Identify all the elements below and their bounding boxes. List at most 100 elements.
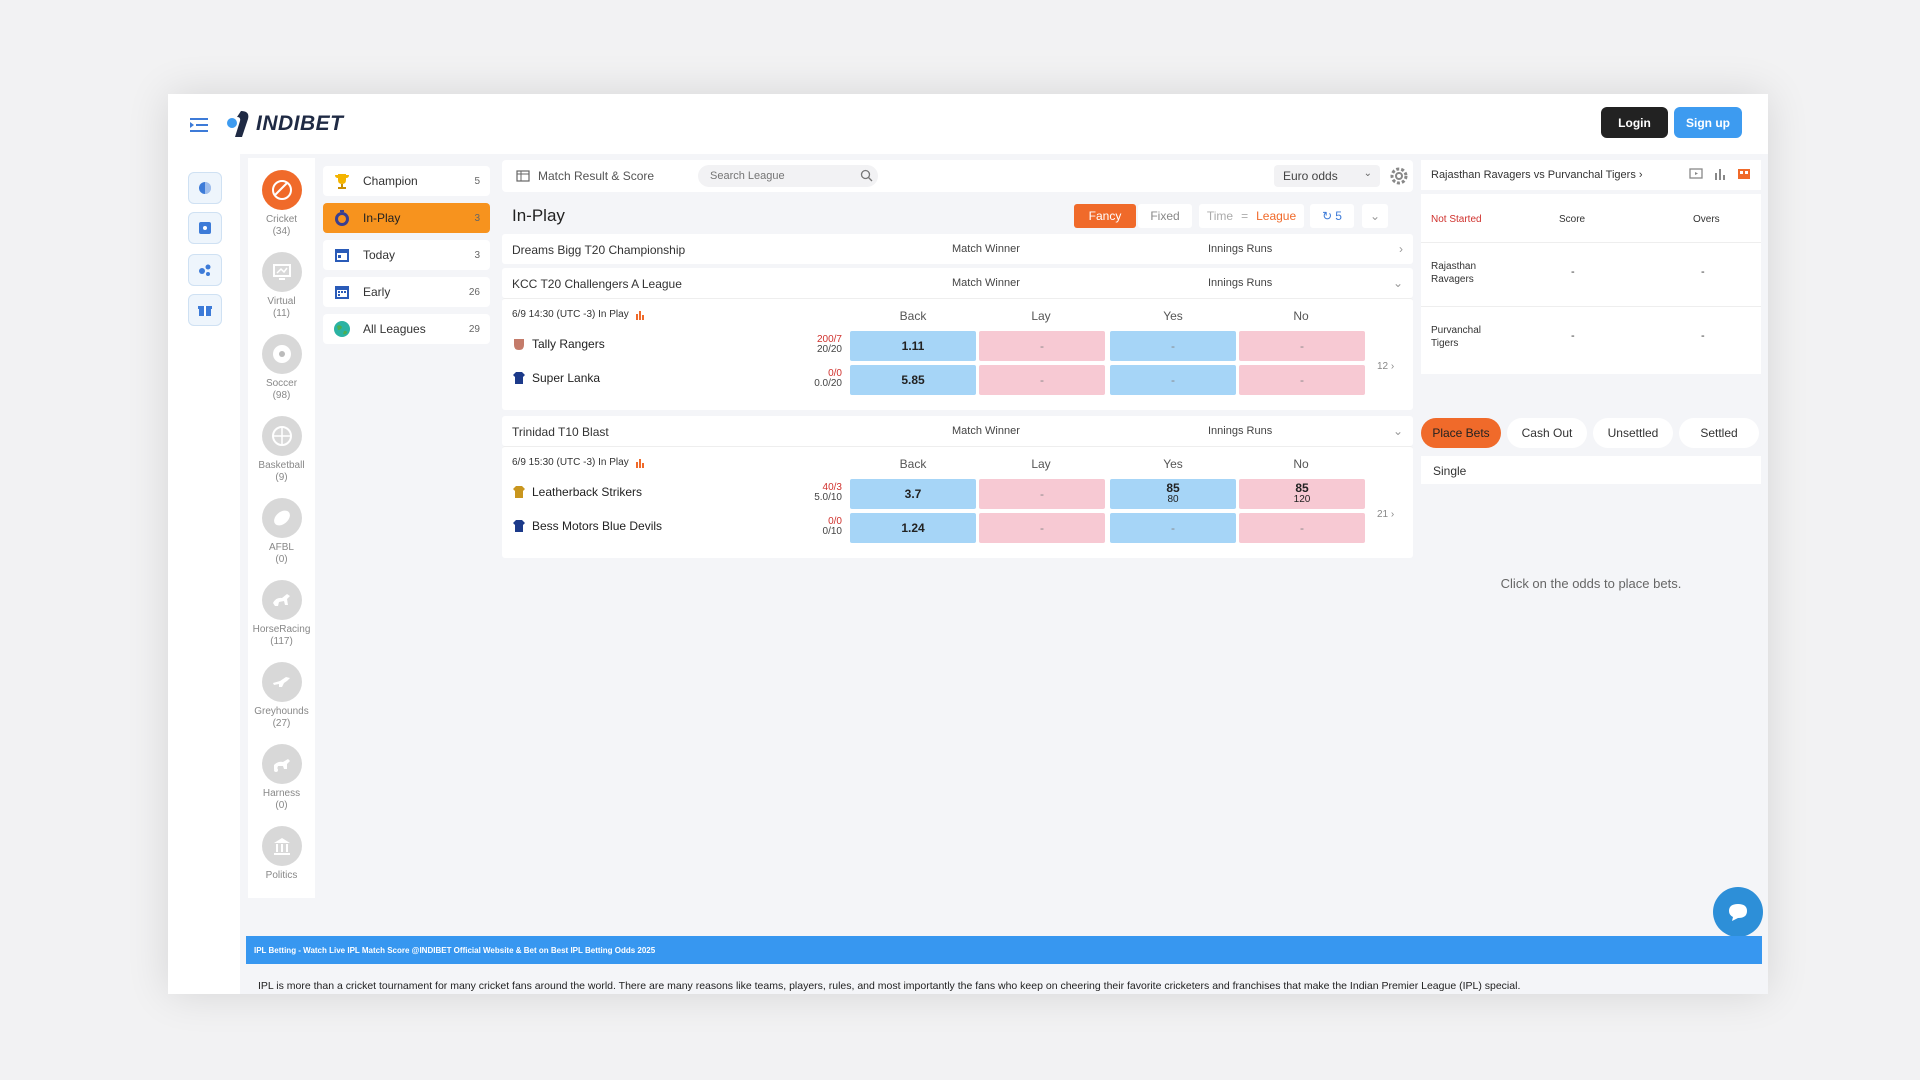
no-odds-cell[interactable]: 85 120 (1239, 479, 1365, 509)
signup-button[interactable]: Sign up (1674, 107, 1742, 138)
col-match-winner: Match Winner (952, 243, 1020, 255)
login-button[interactable]: Login (1601, 107, 1668, 138)
stats-icon[interactable] (635, 310, 645, 320)
col-no: No (1293, 457, 1309, 471)
match-card: 6/9 15:30 (UTC -3) In Play Back Lay Yes … (502, 446, 1413, 558)
rail-live-button[interactable] (188, 254, 222, 286)
sport-cricket[interactable]: Cricket (34) (248, 170, 315, 238)
lay-odds-cell[interactable]: - (979, 365, 1105, 395)
league-row[interactable]: Dreams Bigg T20 Championship Match Winne… (502, 234, 1413, 264)
sport-count: (27) (272, 718, 291, 729)
menu-toggle-icon[interactable] (190, 118, 208, 132)
chevron-right-icon[interactable]: › (1399, 242, 1403, 256)
fixed-toggle[interactable]: Fixed (1138, 204, 1192, 228)
main-panel: Match Result & Score Euro odds ⌄ In-Play… (502, 160, 1413, 564)
collapse-all-button[interactable]: ⌄ (1362, 204, 1388, 228)
tab-place-bets[interactable]: Place Bets (1421, 418, 1501, 448)
sport-horseracing[interactable]: HorseRacing (117) (248, 580, 315, 648)
scoreboard-icon[interactable] (1737, 167, 1751, 181)
back-odds-cell[interactable]: 1.24 (850, 513, 976, 543)
category-in-play[interactable]: In-Play 3 (323, 203, 490, 233)
odds-format-select[interactable]: Euro odds ⌄ (1274, 165, 1380, 187)
yes-odds-cell[interactable]: - (1110, 365, 1236, 395)
team-row: Bess Motors Blue Devils (512, 519, 662, 533)
more-markets-link[interactable]: 12 › (1377, 361, 1394, 372)
category-all-leagues[interactable]: All Leagues 29 (323, 314, 490, 344)
back-odds-cell[interactable]: 3.7 (850, 479, 976, 509)
featured-match-link[interactable]: Rajasthan Ravagers vs Purvanchal Tigers … (1431, 169, 1643, 181)
team-overs-value: - (1701, 266, 1705, 278)
gear-icon[interactable] (1389, 166, 1409, 186)
rail-promo-button[interactable] (188, 294, 222, 326)
no-odds-cell[interactable]: - (1239, 513, 1365, 543)
sort-league[interactable]: League (1256, 209, 1296, 223)
rail-sports-button[interactable] (188, 172, 222, 204)
chat-button[interactable] (1713, 887, 1763, 937)
col-score: Score (1559, 214, 1586, 225)
team-overs-value: - (1701, 330, 1705, 342)
sport-harness[interactable]: Harness (0) (248, 744, 315, 812)
betslip-hint: Click on the odds to place bets. (1500, 576, 1682, 591)
category-today[interactable]: Today 3 (323, 240, 490, 270)
category-champion[interactable]: Champion 5 (323, 166, 490, 196)
seo-banner: IPL Betting - Watch Live IPL Match Score… (246, 936, 1762, 964)
team-name: Tally Rangers (532, 337, 605, 351)
league-row[interactable]: KCC T20 Challengers A League Match Winne… (502, 268, 1413, 298)
live-tv-icon[interactable] (1689, 167, 1703, 181)
team-name: Bess Motors Blue Devils (532, 519, 663, 533)
lay-odds-cell[interactable]: - (979, 479, 1105, 509)
odds-value: 85 (1166, 481, 1180, 495)
sport-label: Cricket (265, 214, 298, 225)
soccer-ball-icon (261, 334, 302, 374)
yes-odds-cell[interactable]: - (1110, 331, 1236, 361)
tab-settled[interactable]: Settled (1679, 418, 1759, 448)
team-score-value: - (1571, 330, 1575, 342)
refresh-button[interactable]: ↻ 5 (1310, 204, 1354, 228)
match-status: Not Started (1431, 214, 1482, 225)
search-icon[interactable] (860, 169, 873, 182)
brand-logo[interactable]: INDIBET (226, 106, 344, 142)
chevron-down-icon[interactable]: ⌄ (1393, 276, 1403, 290)
odds-value: - (1171, 521, 1175, 535)
col-no: No (1293, 309, 1309, 323)
chat-icon (1729, 904, 1747, 921)
stats-icon[interactable] (635, 458, 645, 468)
search-league-input[interactable] (698, 165, 878, 187)
sport-politics[interactable]: Politics (248, 826, 315, 882)
sort-toggle[interactable]: Time = League (1199, 204, 1304, 228)
match-time: 6/9 14:30 (UTC -3) In Play (512, 309, 645, 320)
no-odds-cell[interactable]: - (1239, 331, 1365, 361)
bet-type-single[interactable]: Single (1421, 456, 1761, 484)
refresh-count: 5 (1335, 209, 1342, 223)
yes-odds-cell[interactable]: - (1110, 513, 1236, 543)
back-odds-cell[interactable]: 1.11 (850, 331, 976, 361)
tab-unsettled[interactable]: Unsettled (1593, 418, 1673, 448)
league-name: KCC T20 Challengers A League (512, 277, 682, 291)
league-row[interactable]: Trinidad T10 Blast Match Winner Innings … (502, 416, 1413, 446)
sport-virtual[interactable]: Virtual (11) (248, 252, 315, 320)
yes-odds-cell[interactable]: 85 80 (1110, 479, 1236, 509)
no-odds-cell[interactable]: - (1239, 365, 1365, 395)
more-markets-link[interactable]: 21 › (1377, 509, 1394, 520)
sport-soccer[interactable]: Soccer (98) (248, 334, 315, 402)
left-rail (168, 154, 240, 994)
back-odds-cell[interactable]: 5.85 (850, 365, 976, 395)
sport-label: Politics (265, 870, 298, 881)
sport-basketball[interactable]: Basketball (9) (248, 416, 315, 484)
lay-odds-cell[interactable]: - (979, 331, 1105, 361)
sport-count: (98) (272, 390, 291, 401)
team-row: Tally Rangers (512, 337, 605, 351)
sport-greyhounds[interactable]: Greyhounds (27) (248, 662, 315, 730)
double-chevron-down-icon: ⌄ (1369, 209, 1381, 223)
rail-casino-button[interactable] (188, 212, 222, 244)
sport-afbl[interactable]: AFBL (0) (248, 498, 315, 566)
market-selector[interactable]: Match Result & Score (516, 169, 654, 183)
chevron-down-icon[interactable]: ⌄ (1393, 424, 1403, 438)
fancy-toggle[interactable]: Fancy (1074, 204, 1136, 228)
tab-cash-out[interactable]: Cash Out (1507, 418, 1587, 448)
sort-time[interactable]: Time (1207, 209, 1233, 223)
lay-odds-cell[interactable]: - (979, 513, 1105, 543)
stats-chart-icon[interactable] (1713, 167, 1727, 181)
category-early[interactable]: Early 26 (323, 277, 490, 307)
top-bar: INDIBET Login Sign up (168, 94, 1768, 154)
